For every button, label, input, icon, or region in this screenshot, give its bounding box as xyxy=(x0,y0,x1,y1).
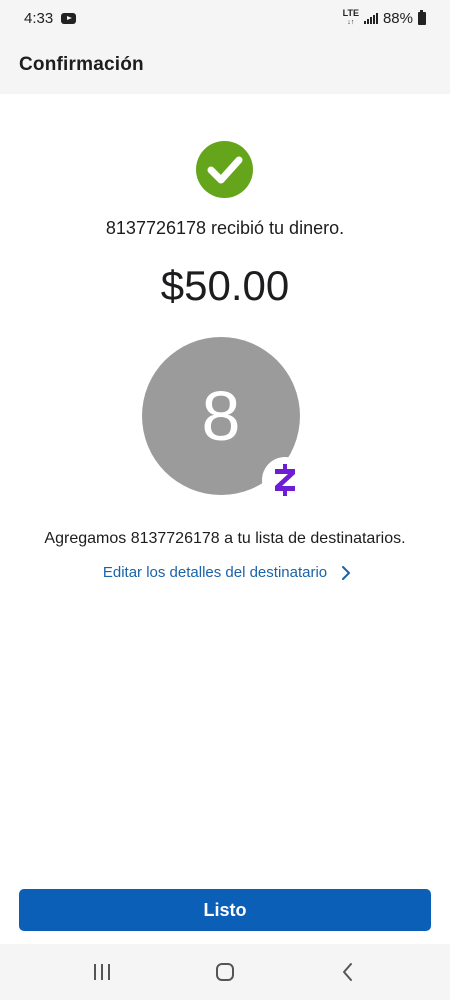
edit-recipient-details-label[interactable]: Editar los detalles del destinatario xyxy=(103,564,327,581)
battery-icon xyxy=(418,9,426,25)
received-message: 8137726178 recibió tu dinero. xyxy=(105,218,345,238)
avatar-initial: 8 xyxy=(201,377,241,455)
edit-recipient-details-link[interactable]: Editar los detalles del destinatario xyxy=(0,564,450,581)
lte-icon: LTE ↓↑ xyxy=(342,8,359,27)
status-right: LTE ↓↑ 88% xyxy=(343,9,426,27)
home-icon[interactable] xyxy=(214,961,236,983)
battery-percent: 88% xyxy=(382,9,413,27)
header: Confirmación xyxy=(0,36,450,94)
status-time: 4:33 xyxy=(24,9,54,27)
status-left: 4:33 xyxy=(24,9,77,27)
success-check-icon xyxy=(196,141,253,198)
added-to-recipients-message: Agregamos 8137726178 a tu lista de desti… xyxy=(44,530,406,547)
youtube-icon xyxy=(61,12,77,24)
signal-icon xyxy=(363,12,378,24)
back-icon[interactable] xyxy=(337,961,359,983)
page-title: Confirmación xyxy=(19,54,144,75)
status-bar: 4:33 LTE ↓↑ 88% xyxy=(0,0,450,36)
amount-sent: $50.00 xyxy=(160,262,290,309)
zelle-logo-icon xyxy=(262,457,308,503)
chevron-right-icon xyxy=(342,565,351,580)
system-nav-bar xyxy=(0,944,450,1000)
recent-apps-icon[interactable] xyxy=(91,961,113,983)
done-button[interactable]: Listo xyxy=(19,889,431,931)
